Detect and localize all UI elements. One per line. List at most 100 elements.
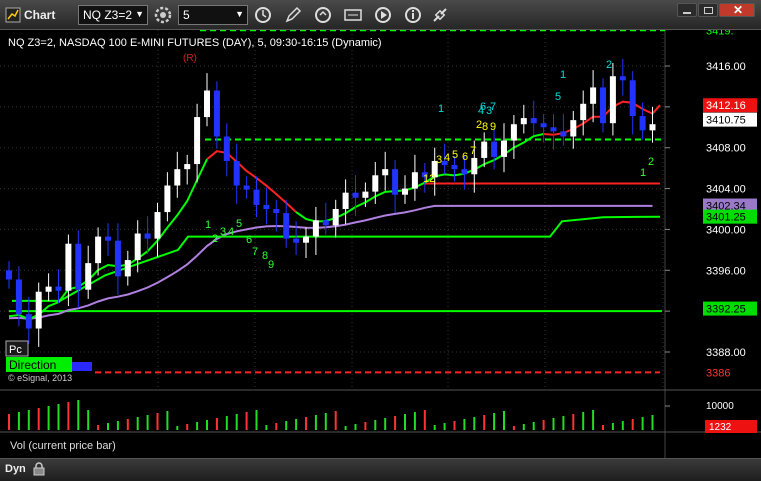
chart-header: NQ Z3=2, NASDAQ 100 E-MINI FUTURES (DAY)… xyxy=(8,37,382,49)
candle-body xyxy=(144,233,151,239)
chevron-down-icon[interactable]: ▼ xyxy=(135,9,144,19)
count-label: 5 xyxy=(555,91,561,103)
volume-tick: 10000 xyxy=(706,401,734,412)
count-label: 5 xyxy=(236,218,242,230)
price-badge-label: 3410.75 xyxy=(706,115,746,127)
candle-body xyxy=(570,120,577,137)
close-button[interactable]: ✕ xyxy=(719,3,755,17)
candle-body xyxy=(580,103,587,121)
candle-body xyxy=(402,188,408,195)
candle-body xyxy=(25,314,32,329)
candle-body xyxy=(352,192,359,198)
direction-indicator xyxy=(72,362,92,371)
refresh-icon[interactable] xyxy=(313,5,333,25)
price-badge-label: 3386 xyxy=(706,367,730,379)
count-label: 5 xyxy=(452,149,458,161)
candle-body xyxy=(174,169,181,186)
candle-body xyxy=(6,270,12,280)
candle-body xyxy=(35,291,42,329)
candle-body xyxy=(283,213,290,239)
candle-body xyxy=(382,169,389,176)
candle-body xyxy=(303,236,309,243)
info-icon[interactable] xyxy=(403,5,423,25)
count-label: 4 xyxy=(444,152,450,164)
count-label: 6 xyxy=(480,101,486,113)
candle-body xyxy=(65,243,72,291)
count-label: 12 xyxy=(423,173,435,185)
close-icon: ✕ xyxy=(733,3,744,17)
interval-value: 5 xyxy=(183,8,190,22)
candle-body xyxy=(233,160,240,186)
candle-body xyxy=(639,116,646,131)
count-label: 7 xyxy=(470,145,476,157)
candle-body xyxy=(114,240,121,277)
candle-body xyxy=(530,118,537,124)
pencil-draw-icon[interactable] xyxy=(283,5,303,25)
candle-body xyxy=(461,169,468,175)
count-label: 9 xyxy=(268,259,274,271)
footer-label: Dyn xyxy=(5,463,26,475)
volume-label: Vol (current price bar) xyxy=(10,440,116,452)
candle-body xyxy=(600,87,606,124)
candle-body xyxy=(223,136,230,161)
candle-body xyxy=(540,123,547,128)
clock-icon[interactable] xyxy=(253,5,273,25)
candle-body xyxy=(471,157,478,175)
candle-body xyxy=(501,140,507,157)
candle-body xyxy=(609,76,616,124)
price-badge-label: 3412.16 xyxy=(706,100,746,112)
interval-input[interactable]: 5 ▼ xyxy=(178,5,248,25)
link-icon[interactable] xyxy=(430,5,450,25)
count-label: 1 xyxy=(438,103,444,115)
volume-last: 1232 xyxy=(709,422,732,433)
play-icon[interactable] xyxy=(373,5,393,25)
candle-body xyxy=(372,175,379,192)
candle-body xyxy=(75,243,82,290)
candle-body xyxy=(15,279,22,315)
count-label: 1 xyxy=(640,167,646,179)
candle-body xyxy=(481,141,488,158)
candle-body xyxy=(213,90,220,137)
lock-icon[interactable] xyxy=(32,462,46,476)
chevron-down-icon[interactable]: ▼ xyxy=(235,9,244,19)
symbol-input[interactable]: NQ Z3=2 ▼ xyxy=(78,5,148,25)
candle-body xyxy=(451,165,458,170)
price-tick-label: 3400.00 xyxy=(706,224,746,236)
indicator-icon[interactable] xyxy=(343,5,363,25)
candle-body xyxy=(322,220,329,226)
price-badge-label: 3401.25 xyxy=(706,212,746,224)
maximize-button[interactable] xyxy=(698,3,718,17)
price-tick-label: 3388.00 xyxy=(706,347,746,359)
count-label: 2 xyxy=(648,156,654,168)
candle-body xyxy=(45,286,52,292)
symbol-value: NQ Z3=2 xyxy=(83,8,133,22)
settings-gear-icon[interactable] xyxy=(153,5,173,25)
candle-body xyxy=(550,127,557,132)
candle-body xyxy=(184,164,191,170)
candle-body xyxy=(85,263,92,290)
candle-body xyxy=(134,233,141,261)
candle-body xyxy=(560,131,567,137)
candle-body xyxy=(154,212,161,239)
count-label: 7 xyxy=(490,101,496,113)
candle-body xyxy=(362,191,369,198)
count-label: 2 xyxy=(212,233,218,245)
price-badge-label: 3392.25 xyxy=(706,304,746,316)
price-tick-label: 3416.00 xyxy=(706,61,746,73)
pc-label: Pc xyxy=(9,344,22,356)
count-label: 3 xyxy=(436,154,442,166)
count-label: 1 xyxy=(205,219,211,231)
chart-app-icon xyxy=(5,7,21,23)
candle-body xyxy=(629,80,636,117)
price-chart[interactable]: 12345678912345678912345671212 3416.00341… xyxy=(0,30,761,458)
minimize-button[interactable] xyxy=(677,3,697,17)
candle-body xyxy=(293,238,300,243)
count-label: 6 xyxy=(246,234,252,246)
candle-body xyxy=(491,141,498,157)
maximize-icon xyxy=(704,7,713,14)
candle-body xyxy=(164,185,171,213)
minimize-icon xyxy=(683,12,691,14)
candle-body xyxy=(95,236,102,264)
candle-body xyxy=(204,90,210,118)
candle-body xyxy=(105,236,111,241)
